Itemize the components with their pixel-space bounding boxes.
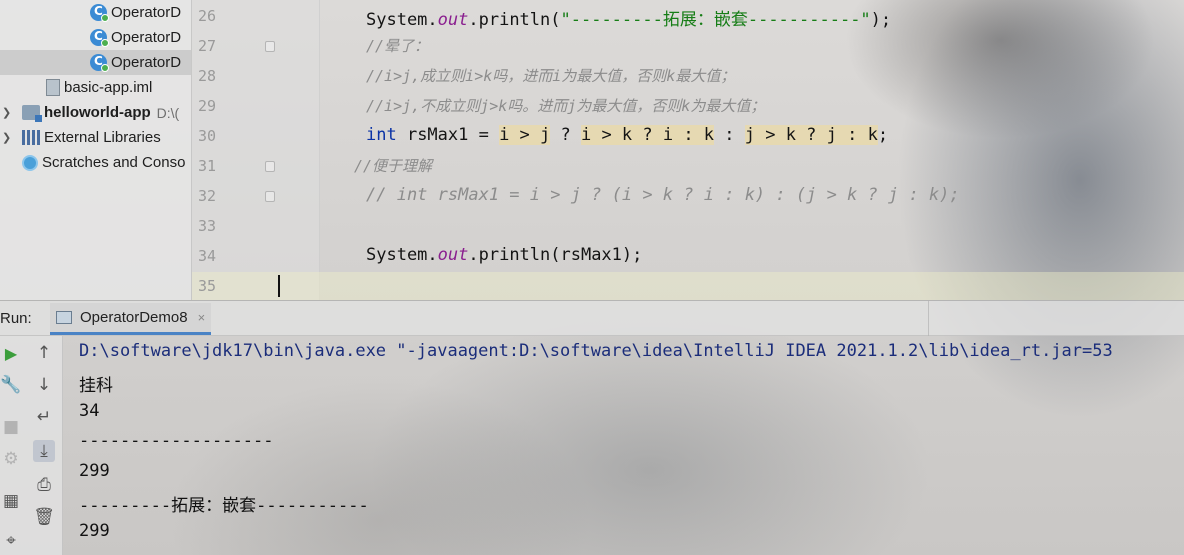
fold-marker-icon[interactable] [265, 41, 275, 52]
tree-item-external-libraries[interactable]: ❯ External Libraries [0, 125, 191, 150]
console-line: 299 [79, 521, 110, 541]
code-token: rsMax1 = [396, 125, 500, 145]
code-token: System. [366, 245, 438, 265]
line-number: 32 [198, 187, 217, 205]
tree-item-scratches[interactable]: Scratches and Conso [0, 150, 191, 175]
code-token: out [437, 10, 469, 30]
header-divider [928, 300, 929, 336]
layout-icon[interactable]: ▦ [0, 490, 22, 512]
code-line-31[interactable]: //便于理解 [354, 155, 432, 176]
text-caret [278, 275, 280, 297]
code-line-30[interactable]: int rsMax1 = i > j ? i > k ? i : k : j >… [366, 125, 888, 145]
java-class-icon [90, 54, 109, 72]
run-tool-window-header: Run: OperatorDemo8 × [0, 300, 1184, 336]
scratches-icon [22, 154, 38, 171]
code-editor[interactable]: System.out.println("---------拓展：嵌套------… [320, 0, 1184, 300]
chevron-right-icon[interactable]: ❯ [2, 131, 11, 144]
module-folder-icon [22, 105, 42, 122]
run-label: Run: [0, 310, 32, 327]
print-icon[interactable]: ⎙ [33, 474, 55, 496]
code-token: System. [366, 10, 438, 30]
tree-item-label: basic-app.iml [64, 79, 153, 96]
line-number: 26 [198, 7, 217, 25]
java-class-icon [90, 4, 109, 22]
line-number: 30 [198, 127, 217, 145]
console-tab-icon [56, 311, 72, 324]
project-tree: OperatorD OperatorD OperatorD basic-app.… [0, 0, 192, 300]
code-token: ); [870, 10, 892, 30]
code-highlight: i > k ? i : k [580, 125, 715, 145]
line-number: 34 [198, 247, 217, 265]
line-number: 35 [198, 277, 217, 295]
code-token: ; [877, 125, 889, 145]
tree-item-label: External Libraries [44, 129, 161, 146]
line-number: 27 [198, 37, 217, 55]
code-line-32[interactable]: // int rsMax1 = i > j ? (i > k ? i : k) … [366, 185, 960, 205]
code-token: .println(rsMax1); [468, 245, 643, 265]
java-class-icon [90, 29, 109, 47]
code-line-28[interactable]: //i>j,成立则i>k吗，进而i为最大值，否则k最大值； [366, 65, 735, 86]
scroll-to-end-icon[interactable]: ⤓ [33, 440, 55, 462]
code-line-27[interactable]: //晕了： [366, 35, 429, 56]
console-output[interactable]: D:\software\jdk17\bin\java.exe "-javaage… [63, 336, 1184, 555]
module-path-hint: D:\( [156, 104, 180, 121]
soft-wrap-icon[interactable]: ↵ [33, 406, 55, 428]
fold-marker-icon[interactable] [265, 191, 275, 202]
code-token: : [714, 125, 745, 145]
line-number: 29 [198, 97, 217, 115]
console-line: D:\software\jdk17\bin\java.exe "-javaage… [79, 341, 1113, 361]
tree-item-basic-app-iml[interactable]: basic-app.iml [0, 75, 191, 100]
tree-item-operatordemo-c[interactable]: OperatorD [0, 50, 191, 75]
up-arrow-icon[interactable]: ↑ [33, 342, 55, 364]
tree-item-label: helloworld-app [44, 104, 151, 121]
trash-icon[interactable]: 🗑 [33, 506, 55, 528]
console-line: ---------拓展：嵌套----------- [79, 496, 369, 516]
library-icon [22, 130, 40, 145]
code-string: "---------拓展：嵌套-----------" [560, 10, 871, 30]
fold-marker-icon[interactable] [265, 161, 275, 172]
console-line: 299 [79, 461, 110, 481]
chevron-right-icon[interactable]: ❯ [2, 106, 11, 119]
code-line-34[interactable]: System.out.println(rsMax1); [366, 245, 642, 265]
line-number: 31 [198, 157, 217, 175]
down-arrow-icon[interactable]: ↓ [33, 374, 55, 396]
code-highlight: i > j [499, 125, 551, 145]
console-line: 挂科 [79, 376, 113, 396]
run-tab-label: OperatorDemo8 [80, 309, 188, 326]
code-line-29[interactable]: //i>j,不成立则j>k吗。进而j为最大值，否则k为最大值； [366, 95, 765, 116]
code-keyword: int [366, 125, 397, 145]
tree-item-helloworld-app[interactable]: ❯ helloworld-app D:\( [0, 100, 191, 125]
code-highlight: j > k ? j : k [744, 125, 878, 145]
rerun-icon[interactable]: ▶ [0, 342, 22, 364]
console-line: 34 [79, 401, 100, 421]
iml-file-icon [46, 79, 60, 96]
code-token: out [437, 245, 469, 265]
line-number: 28 [198, 67, 217, 85]
close-icon[interactable]: × [198, 310, 206, 325]
run-toolbar: ▶ ↑ 🔧 ↓ ■ ↵ ⚙ ⤓ ▦ ⎙ ⌖ 🗑 [0, 336, 63, 555]
run-tab-operatordemo8[interactable]: OperatorDemo8 × [50, 303, 212, 335]
tree-item-label: OperatorD [111, 54, 182, 71]
code-token: .println( [468, 10, 561, 30]
code-line-26[interactable]: System.out.println("---------拓展：嵌套------… [366, 5, 891, 30]
tree-item-label: OperatorD [111, 29, 182, 46]
tree-item-operatordemo-b[interactable]: OperatorD [0, 25, 191, 50]
settings-wrench-icon[interactable]: 🔧 [0, 374, 22, 396]
code-token: ? [550, 125, 581, 145]
settings-icon[interactable]: ⚙ [0, 448, 22, 470]
console-line: ------------------- [79, 431, 274, 451]
tree-item-label: Scratches and Conso [42, 154, 186, 171]
pin-icon[interactable]: ⌖ [0, 530, 22, 552]
line-number: 33 [198, 217, 217, 235]
tree-item-label: OperatorD [111, 4, 182, 21]
tree-item-operatordemo-a[interactable]: OperatorD [0, 0, 191, 25]
stop-icon[interactable]: ■ [0, 416, 22, 438]
